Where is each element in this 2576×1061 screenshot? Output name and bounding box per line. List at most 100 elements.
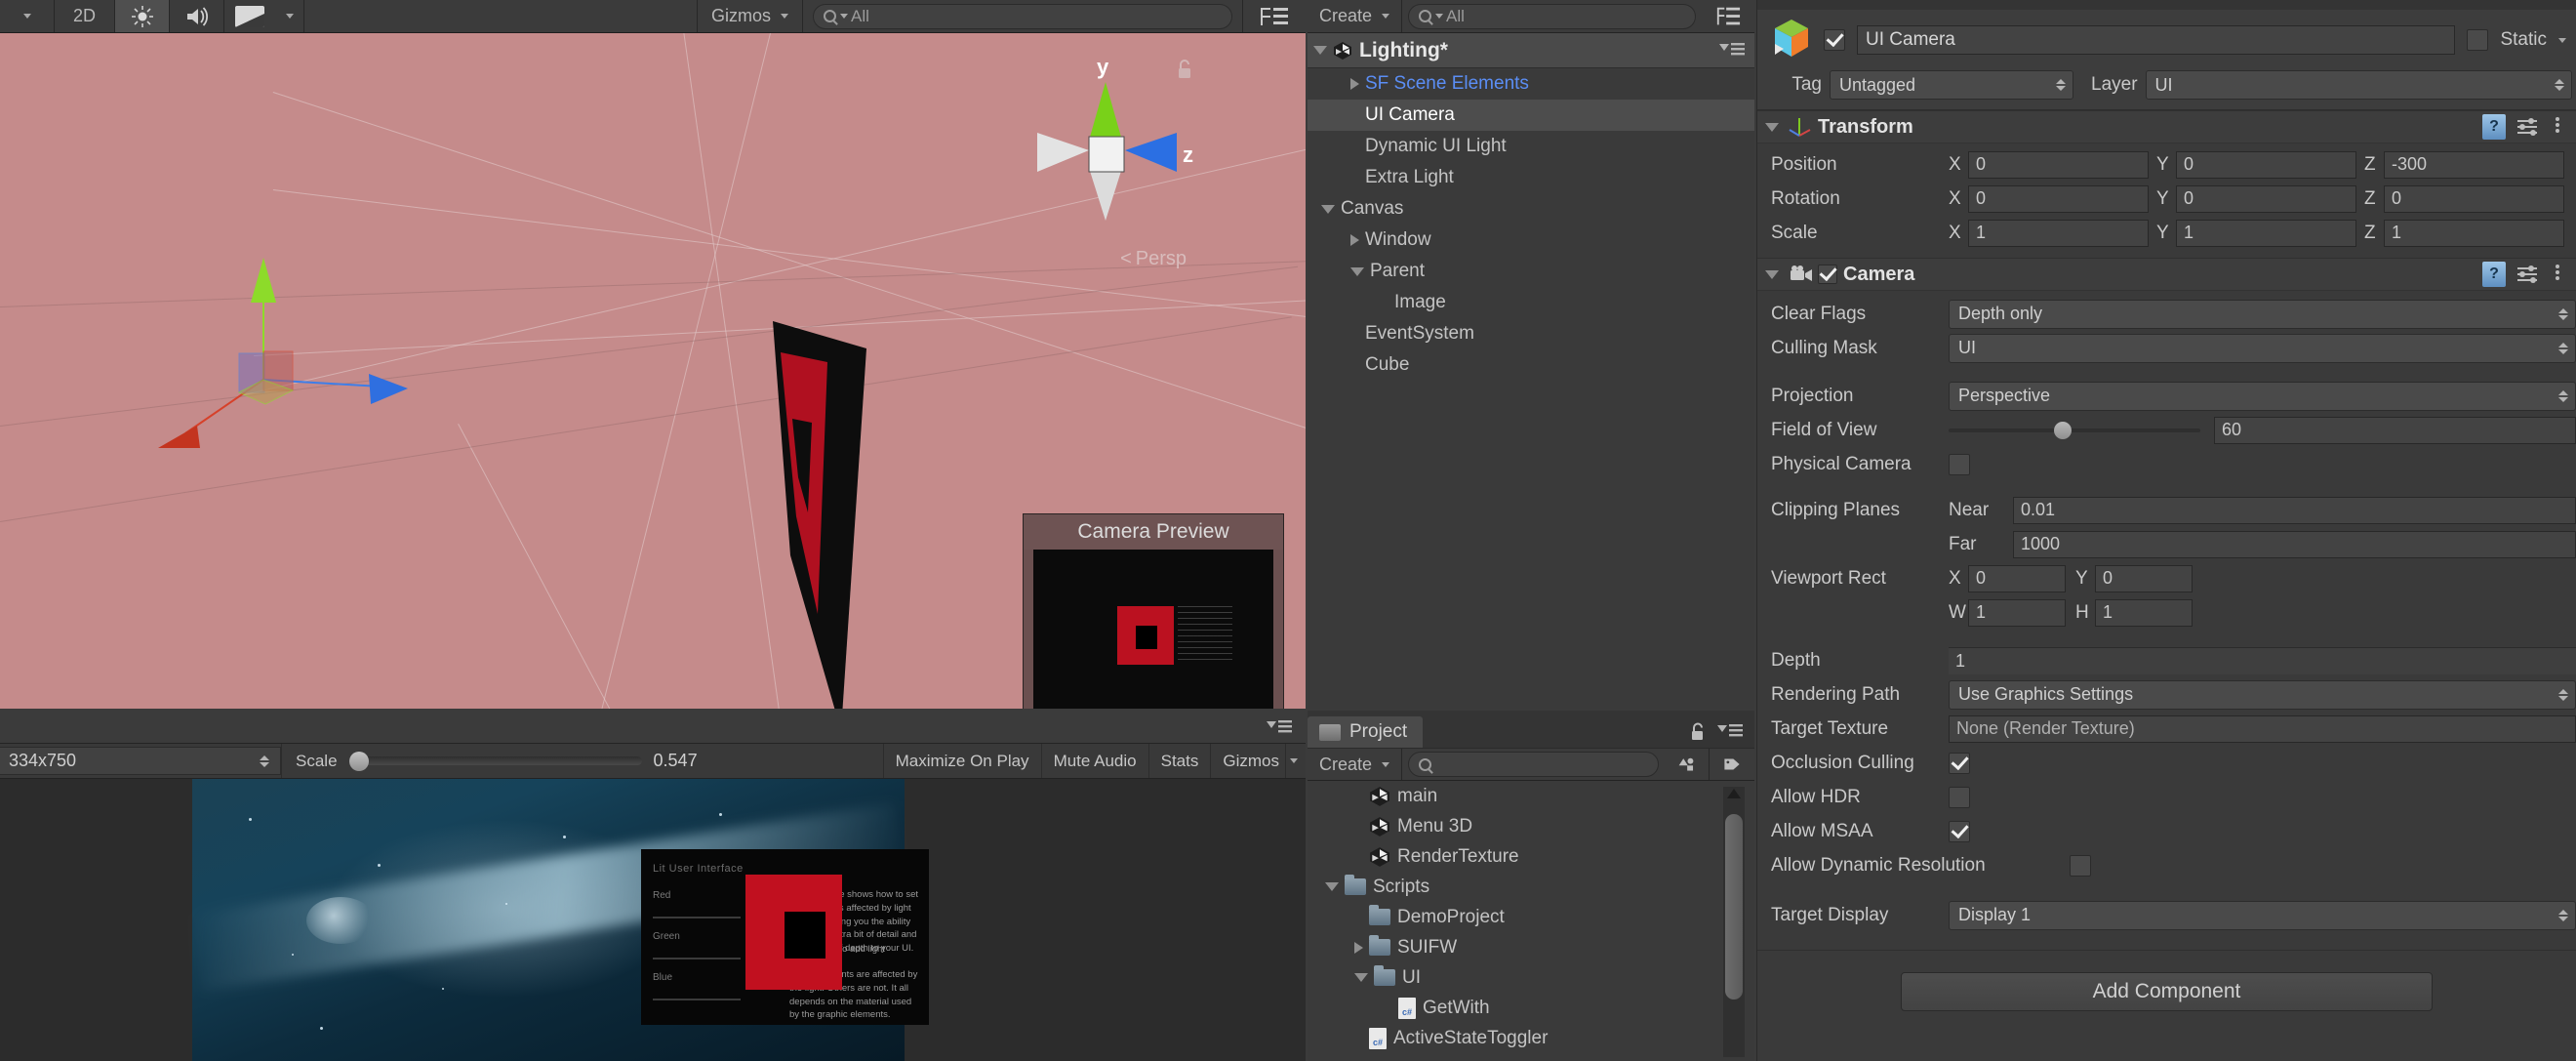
draw-mode-dropdown[interactable]	[0, 0, 55, 32]
chevron-down-icon[interactable]	[1350, 267, 1364, 276]
field-of-view-slider[interactable]	[1949, 428, 2200, 432]
transform-scale-y[interactable]: 1	[2176, 220, 2356, 247]
panel-options-icon[interactable]	[1267, 717, 1292, 738]
project-item-suifw[interactable]: SUIFW	[1308, 932, 1737, 962]
audio-toggle-icon[interactable]	[170, 0, 224, 32]
resolution-stepper[interactable]	[259, 752, 270, 771]
hierarchy-scene-header[interactable]: Lighting*	[1308, 33, 1754, 68]
hierarchy-tree[interactable]: SF Scene ElementsUI CameraDynamic UI Lig…	[1308, 68, 1754, 381]
lighting-toggle-icon[interactable]	[115, 0, 170, 32]
scene-projection-label[interactable]: <Persp	[1120, 248, 1187, 270]
hierarchy-search-input[interactable]: All	[1408, 4, 1696, 29]
lock-open-icon[interactable]	[1177, 59, 1194, 85]
allow-dynamic-resolution-checkbox[interactable]	[2070, 855, 2091, 877]
filter-by-label-icon[interactable]	[1710, 749, 1754, 780]
filter-by-type-icon[interactable]	[1665, 749, 1710, 780]
project-item-rendertexture[interactable]: RenderTexture	[1308, 841, 1737, 872]
project-item-menu-3d[interactable]: Menu 3D	[1308, 811, 1737, 841]
hierarchy-item-canvas[interactable]: Canvas	[1308, 193, 1754, 224]
hierarchy-item-sf-scene-elements[interactable]: SF Scene Elements	[1308, 68, 1754, 100]
hierarchy-item-cube[interactable]: Cube	[1308, 349, 1754, 381]
far-value[interactable]: 1000	[2013, 531, 2576, 558]
slider-row-red[interactable]: Red	[653, 890, 741, 918]
hierarchy-item-parent[interactable]: Parent	[1308, 256, 1754, 287]
scene-axis-gizmo[interactable]: y z	[1013, 53, 1198, 258]
project-item-demoproject[interactable]: DemoProject	[1308, 902, 1737, 932]
project-item-main[interactable]: main	[1308, 781, 1737, 811]
project-item-scripts[interactable]: Scripts	[1308, 872, 1737, 902]
slider-row-blue[interactable]: Blue	[653, 972, 741, 1000]
hierarchy-item-window[interactable]: Window	[1308, 224, 1754, 256]
hierarchy-item-extra-light[interactable]: Extra Light	[1308, 162, 1754, 193]
project-scroll-thumb[interactable]	[1725, 814, 1743, 1000]
transform-position-x[interactable]: 0	[1968, 151, 2149, 179]
chevron-down-icon[interactable]	[1321, 205, 1335, 214]
resolution-dropdown[interactable]: 334x750	[0, 747, 281, 775]
transform-scale-z[interactable]: 1	[2384, 220, 2564, 247]
transform-component-header[interactable]: Transform ?	[1757, 110, 2576, 143]
scene-search-mode-icon[interactable]	[1243, 0, 1306, 32]
camera-enabled-checkbox[interactable]	[1818, 265, 1837, 284]
scale-slider-group[interactable]: Scale 0.547	[281, 744, 883, 778]
gameobject-enabled-checkbox[interactable]	[1824, 29, 1845, 51]
project-scrollbar[interactable]	[1723, 787, 1745, 1057]
mute-audio-button[interactable]: Mute Audio	[1041, 744, 1148, 778]
projection-dropdown[interactable]: Perspective	[1949, 382, 2576, 411]
scroll-up-arrow-icon[interactable]	[1727, 789, 1741, 798]
viewport-x-value[interactable]: 0	[1968, 565, 2066, 592]
chevron-right-icon[interactable]	[1350, 78, 1359, 90]
hierarchy-item-image[interactable]: Image	[1308, 287, 1754, 318]
transform-rotation-x[interactable]: 0	[1968, 185, 2149, 213]
preset-icon[interactable]	[2516, 264, 2541, 285]
tab-project[interactable]: Project	[1308, 716, 1423, 748]
add-component-button[interactable]: Add Component	[1901, 972, 2433, 1011]
scene-expander-icon[interactable]	[1313, 46, 1327, 55]
panel-options-icon[interactable]	[1717, 721, 1743, 742]
physical-camera-checkbox[interactable]	[1949, 454, 1970, 475]
stats-button[interactable]: Stats	[1148, 744, 1211, 778]
transform-rotation-y[interactable]: 0	[2176, 185, 2356, 213]
camera-expander-icon[interactable]	[1765, 270, 1779, 279]
target-display-dropdown[interactable]: Display 1	[1949, 901, 2576, 930]
chevron-down-icon[interactable]	[1325, 882, 1339, 891]
game-view-render[interactable]: Lit User Interface Red Green Blue This e…	[0, 779, 1306, 1061]
toggle-2d-button[interactable]: 2D	[55, 0, 115, 32]
clear-flags-dropdown[interactable]: Depth only	[1949, 300, 2576, 329]
lock-open-icon[interactable]	[1690, 722, 1706, 742]
camera-component-header[interactable]: Camera ?	[1757, 258, 2576, 291]
scene-view-canvas[interactable]: y z <Persp Camera Preview	[0, 33, 1306, 709]
panel-options-icon[interactable]	[1719, 40, 1745, 61]
transform-expander-icon[interactable]	[1765, 123, 1779, 132]
allow-hdr-checkbox[interactable]	[1949, 787, 1970, 808]
scene-canvas-object[interactable]	[751, 321, 859, 709]
project-tree[interactable]: mainMenu 3DRenderTextureScriptsDemoProje…	[1308, 781, 1737, 1061]
hierarchy-sort-icon[interactable]	[1702, 0, 1754, 32]
allow-msaa-checkbox[interactable]	[1949, 821, 1970, 842]
viewport-y-value[interactable]: 0	[2095, 565, 2193, 592]
gameobject-name-field[interactable]: UI Camera	[1857, 25, 2455, 55]
hierarchy-item-ui-camera[interactable]: UI Camera	[1308, 100, 1754, 131]
project-item-activestatetoggler[interactable]: c#ActiveStateToggler	[1308, 1023, 1737, 1053]
viewport-h-value[interactable]: 1	[2095, 599, 2193, 627]
occlusion-culling-checkbox[interactable]	[1949, 753, 1970, 774]
hierarchy-item-eventsystem[interactable]: EventSystem	[1308, 318, 1754, 349]
slider-row-green[interactable]: Green	[653, 931, 741, 959]
transform-move-gizmo[interactable]	[146, 238, 468, 472]
project-search-input[interactable]	[1408, 752, 1659, 777]
chevron-right-icon[interactable]	[1354, 942, 1363, 954]
static-checkbox[interactable]	[2467, 29, 2488, 51]
game-gizmos-button[interactable]: Gizmos	[1210, 744, 1285, 778]
game-gizmos-dropdown[interactable]	[1285, 744, 1306, 778]
project-item-getwith[interactable]: c#GetWith	[1308, 993, 1737, 1023]
effects-toggle-icon[interactable]	[224, 0, 275, 32]
transform-rotation-z[interactable]: 0	[2384, 185, 2564, 213]
layer-dropdown[interactable]: UI	[2146, 70, 2572, 100]
scene-search-input[interactable]: All	[813, 4, 1232, 29]
chevron-down-icon[interactable]	[1354, 973, 1368, 982]
chevron-right-icon[interactable]	[1350, 234, 1359, 246]
project-item-ui[interactable]: UI	[1308, 962, 1737, 993]
transform-scale-x[interactable]: 1	[1968, 220, 2149, 247]
culling-mask-dropdown[interactable]: UI	[1949, 334, 2576, 363]
preset-icon[interactable]	[2516, 116, 2541, 138]
component-options-icon[interactable]	[2551, 115, 2564, 140]
